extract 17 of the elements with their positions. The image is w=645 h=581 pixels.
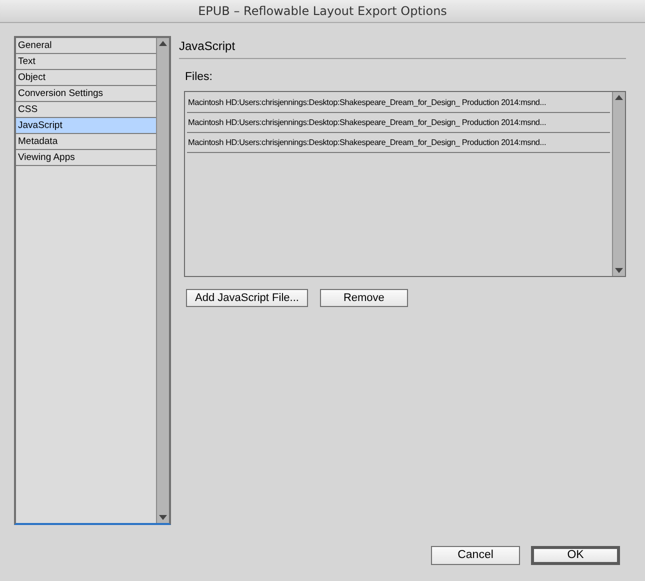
up-arrow-icon[interactable] — [615, 95, 623, 100]
scrollbar[interactable] — [156, 38, 169, 523]
file-row[interactable]: Macintosh HD:Users:chrisjennings:Desktop:Shakespeare_Dream_for_Design_ Production 2014:msnd... — [187, 93, 610, 114]
ok-button[interactable]: OK — [531, 546, 620, 565]
down-arrow-icon[interactable] — [615, 268, 623, 274]
file-button[interactable]: Add JavaScript File... — [186, 289, 308, 308]
window-title: EPUB – Reflowable Layout Export Options — [198, 3, 447, 20]
section-title: JavaScript — [179, 36, 626, 59]
files-label: Files: — [185, 70, 214, 85]
file-row[interactable]: Macintosh HD:Users:chrisjennings:Desktop:Shakespeare_Dream_for_Design_ Production 2014:msnd... — [187, 133, 610, 154]
scrollbar[interactable] — [612, 92, 625, 276]
category-item[interactable]: JavaScript — [16, 118, 156, 134]
file-button[interactable]: Remove — [320, 289, 408, 308]
down-arrow-icon[interactable] — [159, 515, 167, 520]
up-arrow-icon[interactable] — [159, 41, 167, 46]
cancel-button[interactable]: Cancel — [431, 546, 520, 565]
file-row[interactable]: Macintosh HD:Users:chrisjennings:Desktop:Shakespeare_Dream_for_Design_ Production 2014:msnd... — [187, 113, 610, 134]
